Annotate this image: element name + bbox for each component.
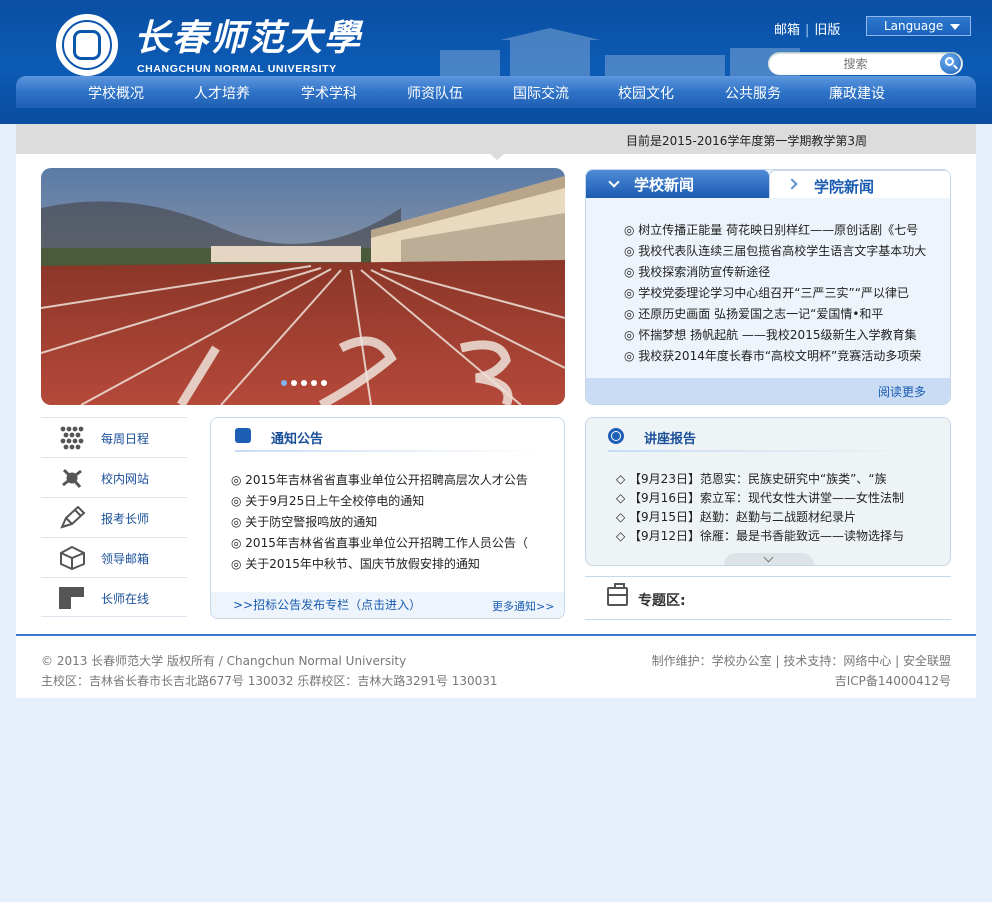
quick-link-label[interactable]: 每周日程 (101, 430, 149, 447)
lecture-list: 【9月23日】范恩实：民族史研究中“族类”、“族 【9月16日】索立军：现代女性… (616, 470, 926, 546)
nav-item-academics[interactable]: 学术学科 (301, 83, 357, 103)
notice-item[interactable]: 2015年吉林省省直事业单位公开招聘高层次人才公告 (231, 471, 551, 492)
quick-link-intranet[interactable]: 校内网站 (41, 457, 187, 497)
quick-link-label[interactable]: 长师在线 (101, 590, 149, 607)
search-input[interactable] (778, 55, 933, 72)
notice-item[interactable]: 关于防空警报鸣放的通知 (231, 513, 551, 534)
quick-link-weekly-schedule[interactable]: 每周日程 (41, 417, 187, 457)
notice-item[interactable]: 关于2015年中秋节、国庆节放假安排的通知 (231, 555, 551, 576)
top-links: 邮箱 | 旧版 (774, 23, 841, 38)
quick-link-online[interactable]: 长师在线 (41, 577, 187, 617)
slide-dot[interactable] (281, 380, 287, 386)
notice-item[interactable]: 2015年吉林省省直事业单位公开招聘工作人员公告（ (231, 534, 551, 555)
news-item[interactable]: 怀揣梦想 扬帆起航 ——我校2015级新生入学教育集 (624, 326, 942, 347)
chevron-down-icon (608, 176, 620, 188)
news-item[interactable]: 我校代表队连续三届包揽省高校学生语言文字基本功大 (624, 242, 942, 263)
news-list: 树立传播正能量 荷花映日别样红——原创话剧《七号 我校代表队连续三届包揽省高校学… (624, 221, 942, 368)
speaker-icon (235, 428, 251, 443)
lecture-panel: 讲座报告 【9月23日】范恩实：民族史研究中“族类”、“族 【9月16日】索立军… (585, 417, 951, 566)
lecture-item[interactable]: 【9月16日】索立军：现代女性大讲堂——女性法制 (616, 489, 926, 508)
pen-icon (60, 506, 86, 529)
notice-title: 通知公告 (271, 432, 324, 447)
nav-item-international[interactable]: 国际交流 (513, 83, 569, 103)
lecture-item[interactable]: 【9月23日】范恩实：民族史研究中“族类”、“族 (616, 470, 926, 489)
old-version-link[interactable]: 旧版 (814, 23, 840, 38)
news-item[interactable]: 我校获2014年度长春市“高校文明杯”竞赛活动多项荣 (624, 347, 942, 368)
news-item[interactable]: 树立传播正能量 荷花映日别样红——原创话剧《七号 (624, 221, 942, 242)
news-panel: 学校新闻 学院新闻 树立传播正能量 荷花映日别样红——原创话剧《七号 我校代表队… (585, 169, 951, 405)
lecture-item[interactable]: 【9月15日】赵勤：赵勤与二战题材纪录片 (616, 508, 926, 527)
icp-number[interactable]: 吉ICP备14000412号 (835, 672, 951, 689)
notice-item[interactable]: 关于9月25日上午全校停电的通知 (231, 492, 551, 513)
news-item[interactable]: 我校探索消防宣传新途径 (624, 263, 942, 284)
slide-image-running-track (41, 168, 565, 405)
slide-dot[interactable] (301, 380, 307, 386)
more-notices-link[interactable]: 更多通知>> (492, 598, 554, 614)
slide-dot[interactable] (291, 380, 297, 386)
grid-dots-icon (60, 426, 84, 450)
news-item[interactable]: 还原历史画面 弘扬爱国之志一记“爱国情•和平 (624, 305, 942, 326)
read-more-link[interactable]: 阅读更多 (878, 383, 926, 400)
image-slideshow[interactable] (41, 168, 565, 405)
square-icon (59, 587, 84, 609)
language-label: Language (884, 19, 944, 33)
globe-icon (608, 428, 624, 444)
lecture-title: 讲座报告 (644, 432, 697, 447)
news-item[interactable]: 学校党委理论学习中心组召开“三严三实”“严以律已 (624, 284, 942, 305)
quick-link-label[interactable]: 领导邮箱 (101, 550, 149, 567)
tender-notice-link[interactable]: >>招标公告发布专栏（点击进入） (233, 596, 421, 613)
chevron-right-icon (786, 178, 798, 190)
quick-link-leader-mailbox[interactable]: 领导邮箱 (41, 537, 187, 577)
notice-panel: 通知公告 2015年吉林省省直事业单位公开招聘高层次人才公告 关于9月25日上午… (210, 417, 565, 619)
search-box (768, 52, 963, 75)
slide-dot[interactable] (321, 380, 327, 386)
quick-links: 每周日程 校内网站 报考长师 领导邮箱 长师在线 (41, 417, 187, 617)
term-info-bar: 目前是2015-2016学年度第一学期教学第3周 (16, 124, 976, 160)
main-content: 目前是2015-2016学年度第一学期教学第3周 学校新闻 学院新闻 ◎ 树立传… (16, 124, 976, 698)
tab-label: 学院新闻 (814, 178, 875, 196)
search-icon[interactable] (940, 53, 961, 74)
quick-link-admissions[interactable]: 报考长师 (41, 497, 187, 537)
mail-link[interactable]: 邮箱 (774, 23, 800, 38)
slideshow-dots (281, 375, 331, 389)
slide-dot[interactable] (311, 380, 317, 386)
chevron-down-icon (763, 552, 774, 563)
site-header: 长春师范大學 CHANGCHUN NORMAL UNIVERSITY 邮箱 | 旧版… (0, 0, 992, 124)
tab-college-news[interactable]: 学院新闻 (769, 170, 950, 198)
lecture-item[interactable]: 【9月12日】徐雁：最是书香能致远——读物选择与 (616, 527, 926, 546)
news-more-bar: 阅读更多 (586, 378, 950, 404)
language-select[interactable]: Language (866, 16, 971, 36)
term-info-text: 目前是2015-2016学年度第一学期教学第3周 (626, 134, 868, 148)
quick-link-label[interactable]: 校内网站 (101, 470, 149, 487)
maintenance-text: 制作维护：学校办公室 | 技术支持：网络中心 | 安全联盟 (651, 654, 951, 668)
site-footer: © 2013 长春师范大学 版权所有 / Changchun Normal Un… (16, 634, 976, 698)
campus-skyline-decoration (440, 28, 800, 80)
notice-list: 2015年吉林省省直事业单位公开招聘高层次人才公告 关于9月25日上午全校停电的… (231, 471, 551, 576)
nav-item-overview[interactable]: 学校概况 (88, 83, 144, 103)
nav-item-campus-culture[interactable]: 校园文化 (618, 83, 674, 103)
notice-footer: >>招标公告发布专栏（点击进入） 更多通知>> (211, 592, 564, 618)
network-icon (62, 468, 82, 488)
tab-label: 学校新闻 (634, 176, 695, 194)
special-topics-section: 专题区: (585, 576, 951, 620)
address-text: 主校区：吉林省长春市长吉北路677号 130032 乐群校区：吉林大路3291号… (41, 674, 498, 688)
university-name-cn: 长春师范大學 (134, 17, 363, 59)
tab-school-news[interactable]: 学校新闻 (586, 170, 769, 198)
chevron-down-icon (950, 24, 960, 30)
nav-item-faculty[interactable]: 师资队伍 (407, 83, 463, 103)
nav-item-integrity[interactable]: 廉政建设 (829, 83, 885, 103)
quick-link-label[interactable]: 报考长师 (101, 510, 149, 527)
cube-icon (60, 546, 85, 570)
special-topics-title: 专题区: (638, 593, 686, 609)
copyright-text: © 2013 长春师范大学 版权所有 / Changchun Normal Un… (41, 654, 407, 668)
nav-item-talent[interactable]: 人才培养 (194, 83, 250, 103)
expand-lecture-button[interactable] (724, 552, 814, 565)
main-nav: 学校概况 人才培养 学术学科 师资队伍 国际交流 校园文化 公共服务 廉政建设 (16, 76, 976, 108)
news-tabs: 学校新闻 学院新闻 (586, 170, 950, 198)
briefcase-icon (607, 583, 628, 606)
university-name-en: CHANGCHUN NORMAL UNIVERSITY (137, 63, 337, 75)
nav-item-public-service[interactable]: 公共服务 (725, 83, 781, 103)
university-seal-logo[interactable] (56, 14, 118, 76)
